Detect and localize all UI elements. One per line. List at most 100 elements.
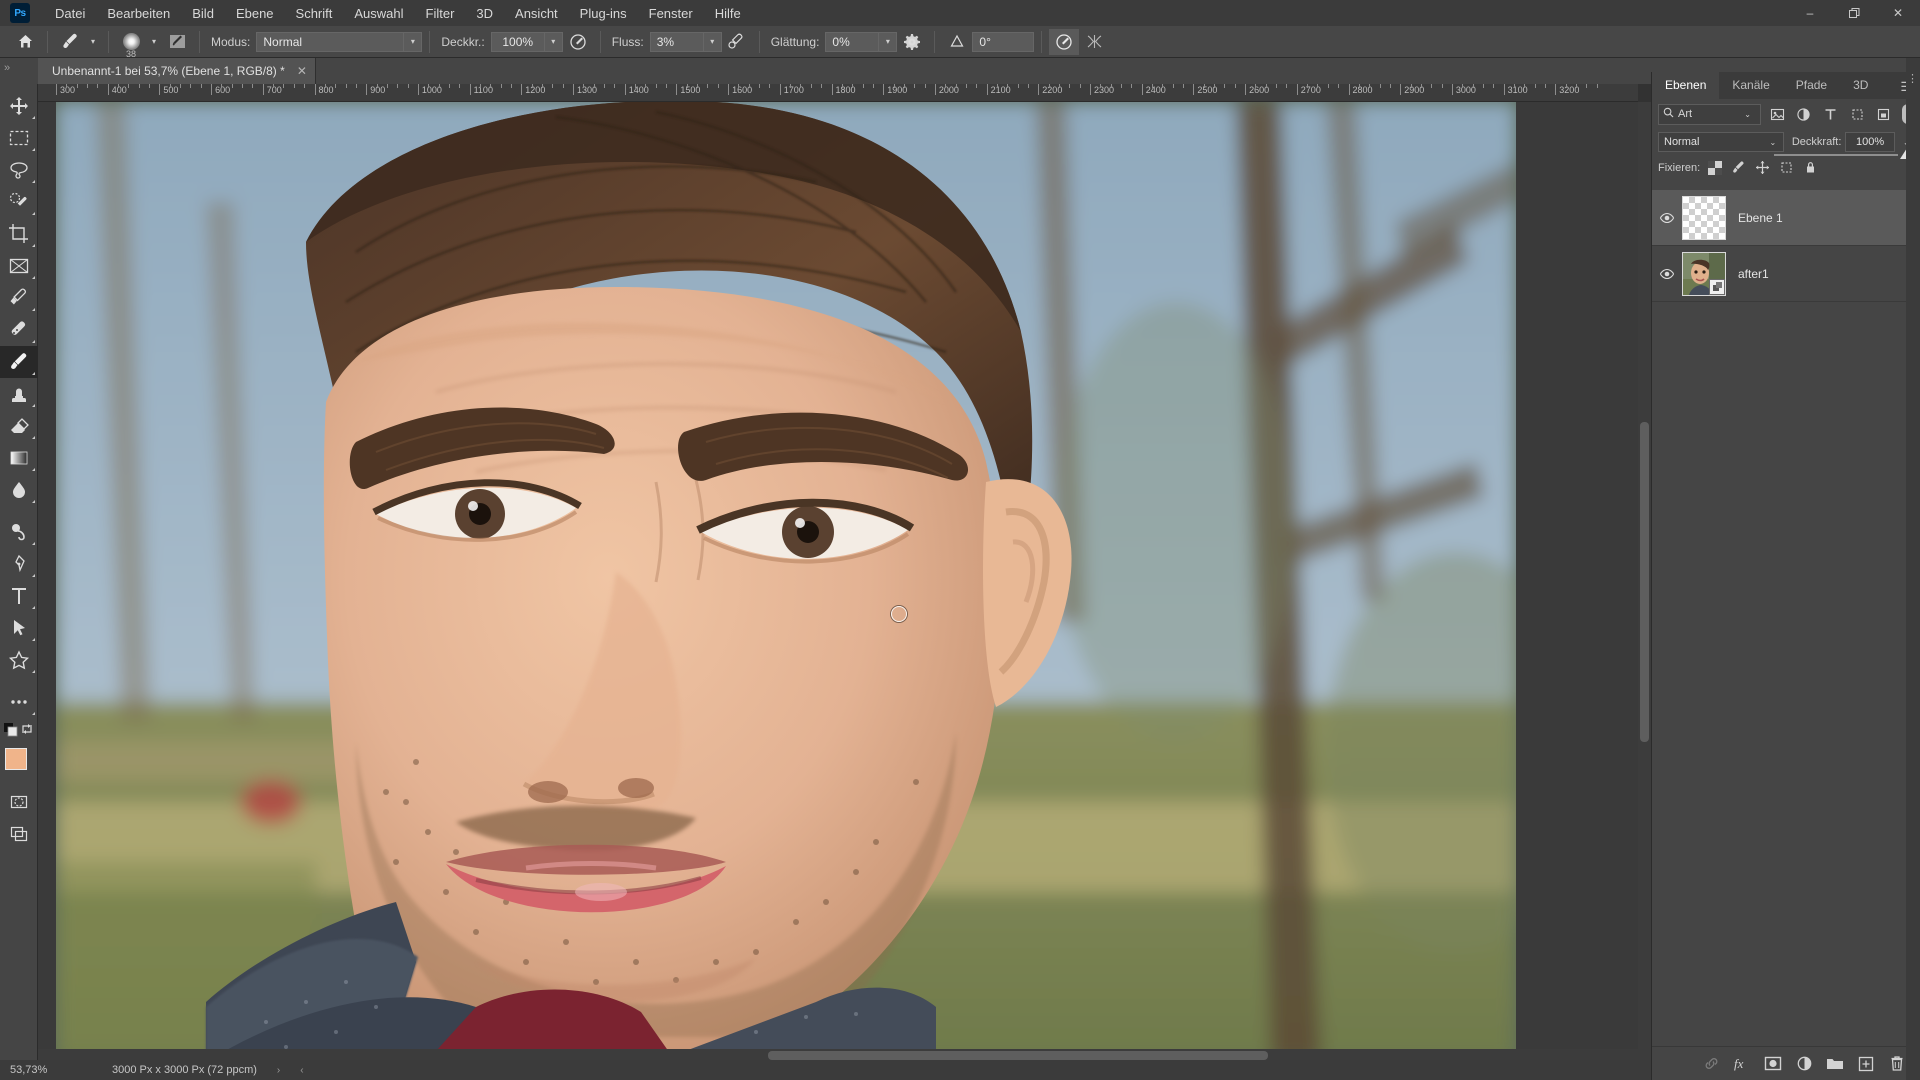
filter-shape-icon[interactable] bbox=[1847, 104, 1868, 125]
quick-mask-icon[interactable] bbox=[0, 786, 38, 818]
brush-panel-icon[interactable] bbox=[162, 29, 192, 55]
color-swatches[interactable] bbox=[0, 746, 38, 786]
horizontal-ruler[interactable]: 300 400 500 600 700 800 900 1000 1100 1200 1300 140… bbox=[38, 84, 1638, 102]
dodge-tool[interactable] bbox=[0, 516, 38, 548]
tab-3d[interactable]: 3D bbox=[1840, 72, 1881, 99]
brush-tool[interactable] bbox=[0, 346, 38, 378]
edit-toolbar-tool[interactable] bbox=[0, 686, 38, 718]
new-group-button[interactable] bbox=[1821, 1050, 1849, 1078]
menu-item-plug-ins[interactable]: Plug-ins bbox=[569, 3, 638, 24]
menu-item-bild[interactable]: Bild bbox=[181, 3, 225, 24]
menu-item-3d[interactable]: 3D bbox=[465, 3, 504, 24]
opacity-caret[interactable]: ▾ bbox=[544, 31, 563, 52]
opacity-control[interactable]: 100% ▾ bbox=[490, 31, 563, 52]
rectangular-marquee-tool[interactable] bbox=[0, 122, 38, 154]
quick-selection-tool[interactable] bbox=[0, 186, 38, 218]
blend-mode-select[interactable]: Normal ▾ bbox=[256, 31, 423, 52]
vertical-scroll-thumb[interactable] bbox=[1640, 422, 1649, 742]
opacity-value[interactable]: 100% bbox=[490, 31, 545, 52]
tab-pfade[interactable]: Pfade bbox=[1783, 72, 1840, 99]
flow-caret[interactable]: ▾ bbox=[703, 31, 722, 52]
eyedropper-tool[interactable] bbox=[0, 282, 38, 314]
lock-transparent-pixels-icon[interactable] bbox=[1705, 158, 1724, 177]
tab-kan-le[interactable]: Kanäle bbox=[1719, 72, 1782, 99]
smoothing-caret[interactable]: ▾ bbox=[879, 31, 898, 52]
brush-picker-caret[interactable]: ▾ bbox=[146, 32, 162, 52]
airbrush-icon[interactable] bbox=[722, 29, 752, 55]
menu-item-schrift[interactable]: Schrift bbox=[285, 3, 344, 24]
close-button[interactable]: ✕ bbox=[1876, 0, 1920, 26]
gear-icon[interactable] bbox=[897, 29, 927, 55]
foreground-color-swatch[interactable] bbox=[5, 748, 27, 770]
new-adjustment-layer-button[interactable] bbox=[1790, 1050, 1818, 1078]
canvas-vertical-scrollbar[interactable] bbox=[1638, 102, 1651, 1062]
brush-tool-icon[interactable] bbox=[55, 29, 85, 55]
menu-item-ansicht[interactable]: Ansicht bbox=[504, 3, 569, 24]
flow-control[interactable]: 3% ▾ bbox=[649, 31, 722, 52]
document-tab[interactable]: Unbenannt-1 bei 53,7% (Ebene 1, RGB/8) *… bbox=[38, 58, 316, 84]
menu-item-hilfe[interactable]: Hilfe bbox=[704, 3, 752, 24]
filter-pixel-icon[interactable] bbox=[1767, 104, 1788, 125]
flow-value[interactable]: 3% bbox=[649, 31, 704, 52]
lock-image-pixels-icon[interactable] bbox=[1729, 158, 1748, 177]
custom-shape-tool[interactable] bbox=[0, 644, 38, 676]
lock-position-icon[interactable] bbox=[1753, 158, 1772, 177]
smoothing-value[interactable]: 0% bbox=[825, 31, 880, 52]
layer-style-button[interactable]: fx bbox=[1728, 1050, 1756, 1078]
maximize-button[interactable] bbox=[1832, 0, 1876, 26]
menu-item-fenster[interactable]: Fenster bbox=[638, 3, 704, 24]
panel-dock-menu-icon[interactable]: ⋮ bbox=[1907, 72, 1918, 85]
menu-item-bearbeiten[interactable]: Bearbeiten bbox=[96, 3, 181, 24]
canvas-area[interactable] bbox=[38, 102, 1638, 1062]
new-layer-button[interactable] bbox=[1852, 1050, 1880, 1078]
layer-row[interactable]: Ebene 1 bbox=[1652, 190, 1920, 246]
default-colors-icon[interactable] bbox=[4, 723, 19, 743]
layer-thumbnail[interactable] bbox=[1682, 251, 1726, 296]
path-selection-tool[interactable] bbox=[0, 612, 38, 644]
layer-visibility-toggle[interactable] bbox=[1652, 266, 1682, 282]
clone-stamp-tool[interactable] bbox=[0, 378, 38, 410]
status-prev-icon[interactable]: ‹ bbox=[300, 1065, 303, 1076]
pressure-size-icon[interactable] bbox=[1049, 28, 1080, 55]
collapse-panel-icon[interactable]: » bbox=[4, 62, 10, 74]
filter-smart-object-icon[interactable] bbox=[1873, 104, 1894, 125]
crop-tool[interactable] bbox=[0, 218, 38, 250]
menu-item-filter[interactable]: Filter bbox=[415, 3, 466, 24]
pressure-opacity-icon[interactable] bbox=[563, 29, 593, 55]
filter-adjustment-icon[interactable] bbox=[1793, 104, 1814, 125]
tab-ebenen[interactable]: Ebenen bbox=[1652, 72, 1720, 99]
layer-thumbnail[interactable] bbox=[1682, 195, 1726, 240]
close-icon[interactable]: ✕ bbox=[297, 64, 307, 78]
add-layer-mask-button[interactable] bbox=[1759, 1050, 1787, 1078]
home-icon[interactable] bbox=[10, 29, 40, 55]
angle-value[interactable]: 0° bbox=[972, 31, 1035, 52]
layer-filter-kind[interactable]: Art ⌄ bbox=[1658, 103, 1761, 125]
gradient-tool[interactable] bbox=[0, 442, 38, 474]
type-tool[interactable] bbox=[0, 580, 38, 612]
minimize-button[interactable]: – bbox=[1788, 0, 1832, 26]
status-next-icon[interactable]: › bbox=[277, 1065, 280, 1076]
horizontal-scroll-thumb[interactable] bbox=[768, 1051, 1268, 1060]
layer-visibility-toggle[interactable] bbox=[1652, 210, 1682, 226]
menu-item-datei[interactable]: Datei bbox=[44, 3, 96, 24]
fill-slider[interactable] bbox=[1774, 144, 1914, 166]
blur-tool[interactable] bbox=[0, 474, 38, 506]
smoothing-control[interactable]: 0% ▾ bbox=[825, 31, 898, 52]
layer-filter-caret[interactable]: ⌄ bbox=[1740, 104, 1756, 124]
frame-tool[interactable] bbox=[0, 250, 38, 282]
collapsed-panel-dock[interactable]: ⋮ bbox=[1906, 58, 1920, 1080]
zoom-level[interactable]: 53,73% bbox=[10, 1064, 90, 1076]
menu-item-auswahl[interactable]: Auswahl bbox=[343, 3, 414, 24]
link-layers-button[interactable] bbox=[1697, 1050, 1725, 1078]
layer-blend-mode-select[interactable]: Normal ⌄ bbox=[1658, 132, 1784, 152]
swap-colors-icon[interactable] bbox=[20, 722, 34, 741]
brush-size-preview[interactable]: 38 bbox=[116, 28, 146, 59]
layer-row[interactable]: after1 bbox=[1652, 246, 1920, 302]
move-tool[interactable] bbox=[0, 90, 38, 122]
brush-preset-caret[interactable]: ▾ bbox=[85, 32, 101, 52]
menu-item-ebene[interactable]: Ebene bbox=[225, 3, 285, 24]
eraser-tool[interactable] bbox=[0, 410, 38, 442]
filter-type-icon[interactable] bbox=[1820, 104, 1841, 125]
healing-brush-tool[interactable] bbox=[0, 314, 38, 346]
document-image[interactable] bbox=[56, 102, 1516, 1062]
